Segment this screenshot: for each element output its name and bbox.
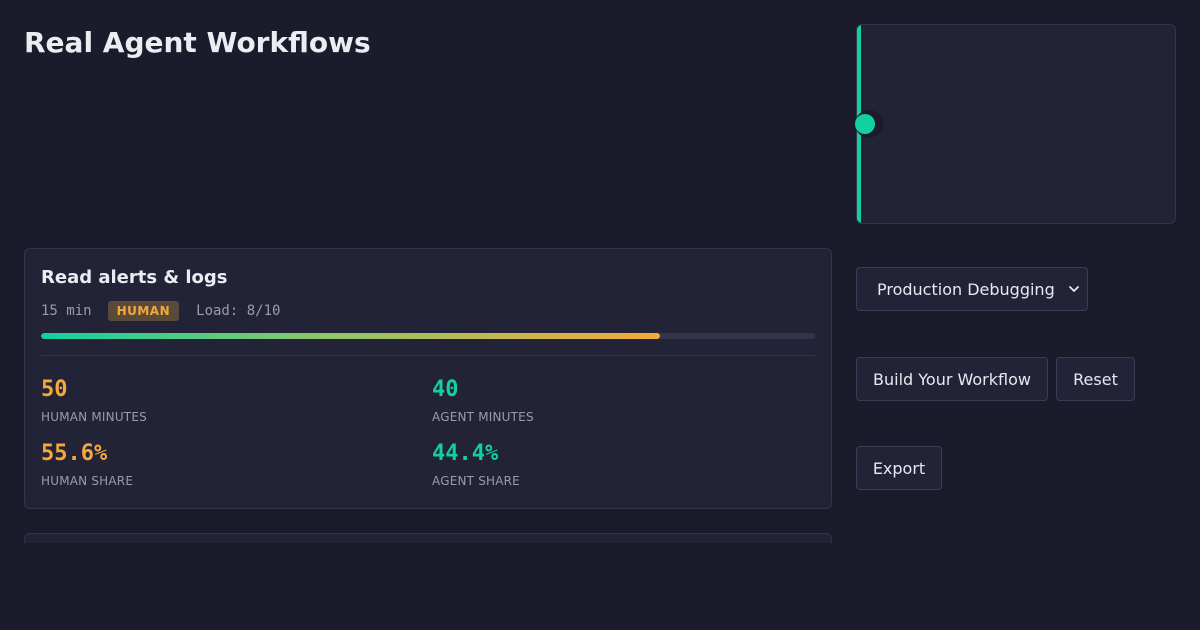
- agent-share-value: 44.4%: [432, 441, 499, 466]
- human-minutes-stat: 50 HUMAN MINUTES: [41, 377, 147, 424]
- human-share-stat: 55.6% HUMAN SHARE: [41, 441, 133, 488]
- build-workflow-button[interactable]: Build Your Workflow: [856, 357, 1048, 401]
- workflow-select[interactable]: Production Debugging: [856, 267, 1088, 311]
- load-bar: [41, 333, 815, 339]
- export-button[interactable]: Export: [856, 446, 942, 490]
- human-minutes-value: 50: [41, 377, 68, 402]
- reset-button[interactable]: Reset: [1056, 357, 1135, 401]
- workflow-preview-panel: [856, 24, 1176, 224]
- agent-minutes-value: 40: [432, 377, 459, 402]
- handle-backdrop: [836, 100, 856, 148]
- page-title: Real Agent Workflows: [24, 26, 371, 59]
- drag-handle-icon[interactable]: [855, 110, 883, 138]
- load-bar-fill: [41, 333, 661, 339]
- task-title: Read alerts & logs: [41, 267, 228, 288]
- chevron-down-icon: [1069, 286, 1079, 292]
- load-label: Load: 8/10: [196, 302, 281, 319]
- card-divider: [41, 355, 815, 356]
- human-share-value: 55.6%: [41, 441, 108, 466]
- human-minutes-label: HUMAN MINUTES: [41, 410, 147, 424]
- task-duration: 15 min: [41, 302, 92, 319]
- next-task-card: [24, 533, 832, 543]
- owner-badge: HUMAN: [107, 300, 180, 321]
- workflow-select-value: Production Debugging: [877, 279, 1055, 299]
- task-meta: 15 min HUMAN Load: 8/10: [41, 299, 280, 322]
- agent-share-stat: 44.4% AGENT SHARE: [432, 441, 520, 488]
- human-share-label: HUMAN SHARE: [41, 474, 134, 488]
- agent-minutes-stat: 40 AGENT MINUTES: [432, 377, 534, 424]
- agent-minutes-label: AGENT MINUTES: [432, 410, 534, 424]
- task-card: Read alerts & logs 15 min HUMAN Load: 8/…: [24, 248, 832, 509]
- agent-share-label: AGENT SHARE: [432, 474, 520, 488]
